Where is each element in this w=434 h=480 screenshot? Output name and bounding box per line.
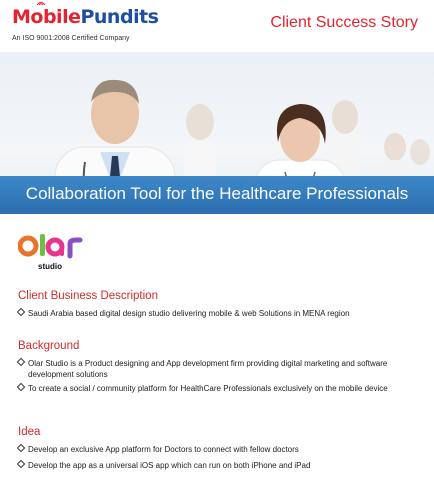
certification-text: An ISO 9001:2008 Certified Company	[12, 35, 130, 42]
diamond-bullet-icon	[16, 443, 26, 453]
list-item: Develop the app as a universal iOS app w…	[16, 459, 428, 471]
list-item: Develop an exclusive App platform for Do…	[16, 443, 428, 455]
olar-studio-subtext: studio	[38, 262, 62, 271]
mobilepundits-logo[interactable]: MobilePundits	[12, 6, 159, 28]
list-item: Olar Studio is a Product designing and A…	[16, 357, 428, 380]
list-item: To create a social / community platform …	[16, 382, 428, 394]
section-title-background: Background	[18, 340, 80, 352]
diamond-bullet-icon	[16, 459, 26, 469]
diamond-bullet-icon	[16, 307, 26, 317]
diamond-bullet-icon	[16, 357, 26, 367]
banner-title: Collaboration Tool for the Healthcare Pr…	[25, 184, 409, 203]
section-title-idea: Idea	[18, 426, 41, 438]
header: MobilePundits An ISO 9001:2008 Certified…	[0, 0, 434, 52]
section-title-business: Client Business Description	[18, 290, 158, 302]
page-tagline: Client Success Story	[270, 14, 418, 31]
logo-part-pundits: Pundits	[80, 6, 159, 28]
list-item: Saudi Arabia based digital design studio…	[16, 307, 428, 319]
diamond-bullet-icon	[16, 382, 26, 392]
logo-part-mobile: Mobile	[12, 6, 81, 28]
signal-icon	[36, 2, 46, 6]
